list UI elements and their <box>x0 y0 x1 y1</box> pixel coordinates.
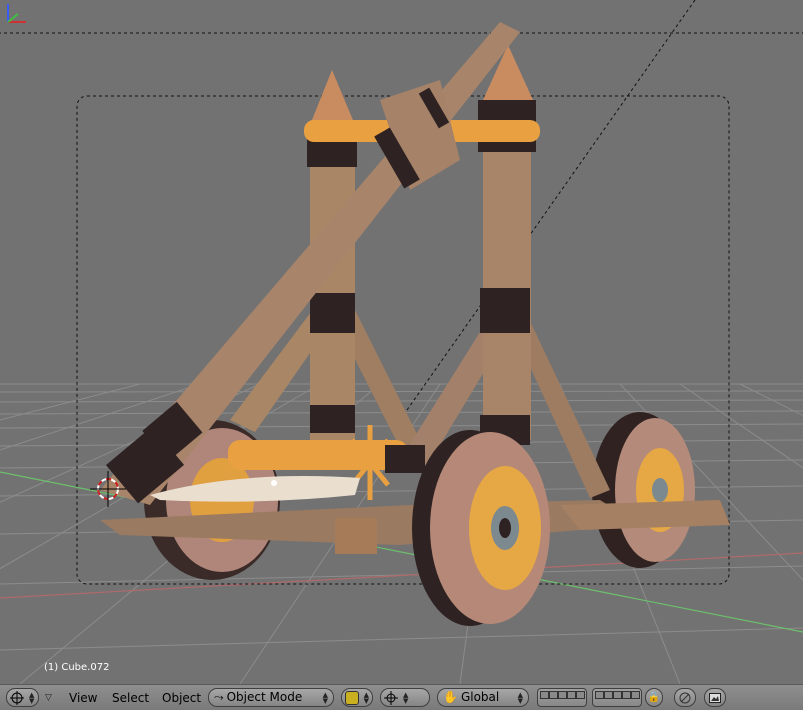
winch-drum <box>228 440 408 470</box>
image-render-icon <box>709 692 721 703</box>
pivot-point-selector[interactable]: ▲ ▼ <box>380 688 430 707</box>
layer-buttons-group-1[interactable] <box>537 688 587 707</box>
collapse-menu-triangle-icon[interactable]: ▽ <box>45 693 52 703</box>
layer-button[interactable] <box>613 691 622 699</box>
viewport-shading-selector[interactable]: ▲ ▼ <box>341 688 373 707</box>
hand-manipulator-icon[interactable]: ✋ <box>443 689 458 706</box>
layer-button[interactable] <box>576 691 585 699</box>
layer-button[interactable] <box>595 691 604 699</box>
left-tower-band-low <box>310 405 355 433</box>
menu-object[interactable]: Object <box>162 689 201 707</box>
stepper-arrows-icon: ▲ ▼ <box>29 690 35 705</box>
proportional-editing-button[interactable] <box>674 688 696 707</box>
x-axis-line <box>0 552 803 599</box>
mode-selector-label: Object Mode <box>226 690 303 704</box>
mode-selector[interactable]: ⤳ Object Mode ▲ ▼ <box>208 688 334 707</box>
layer-button[interactable] <box>622 691 631 699</box>
stepper-arrows-icon: ▲ ▼ <box>322 690 328 705</box>
proportional-edit-icon <box>679 692 691 703</box>
lock-icon: 🔒 <box>647 692 661 703</box>
right-tower <box>483 110 531 440</box>
layer-button[interactable] <box>604 691 613 699</box>
textured-shading-icon <box>345 690 359 705</box>
transform-orientation-selector[interactable]: ✋ Global ▲ ▼ <box>437 688 529 707</box>
layer-button[interactable] <box>540 691 549 699</box>
layer-button[interactable] <box>558 691 567 699</box>
render-preview-button[interactable] <box>704 688 726 707</box>
menu-view[interactable]: View <box>69 689 97 707</box>
pivot-crosshair-icon <box>384 690 398 705</box>
stepper-arrows-icon: ▲ ▼ <box>517 690 523 705</box>
3d-viewport[interactable]: (1) Cube.072 <box>0 0 803 684</box>
viewport-canvas[interactable] <box>0 0 803 684</box>
editor-type-selector[interactable]: ▲ ▼ <box>6 688 39 707</box>
catapult-model[interactable] <box>100 22 730 626</box>
layer-button[interactable] <box>567 691 576 699</box>
left-tower-spike <box>310 70 355 125</box>
menu-select[interactable]: Select <box>112 689 149 707</box>
stepper-arrows-icon: ▲ ▼ <box>403 690 409 705</box>
axis-gizmo-icon <box>7 4 26 23</box>
left-tower-band <box>310 293 355 333</box>
orientation-label: Global <box>460 690 500 704</box>
layer-buttons-group-2[interactable] <box>592 688 642 707</box>
stepper-arrows-icon: ▲ ▼ <box>363 690 369 705</box>
right-tower-band <box>480 288 530 333</box>
cursor-cross-icon <box>10 690 24 705</box>
base-beam-right <box>560 500 730 530</box>
lock-layers-button[interactable]: 🔒 <box>645 688 663 707</box>
active-object-label: (1) Cube.072 <box>44 662 110 673</box>
base-block <box>335 518 377 554</box>
object-origin-dot <box>271 480 277 486</box>
camera-ray <box>399 0 696 421</box>
front-wheel[interactable] <box>412 430 550 626</box>
layer-button[interactable] <box>631 691 640 699</box>
viewport-header: ▲ ▼ ▽ View Select Object ⤳ Object Mode ▲ ▼… <box>0 684 803 710</box>
object-mode-icon: ⤳ <box>214 690 224 704</box>
layer-button[interactable] <box>549 691 558 699</box>
block-right <box>385 445 425 473</box>
